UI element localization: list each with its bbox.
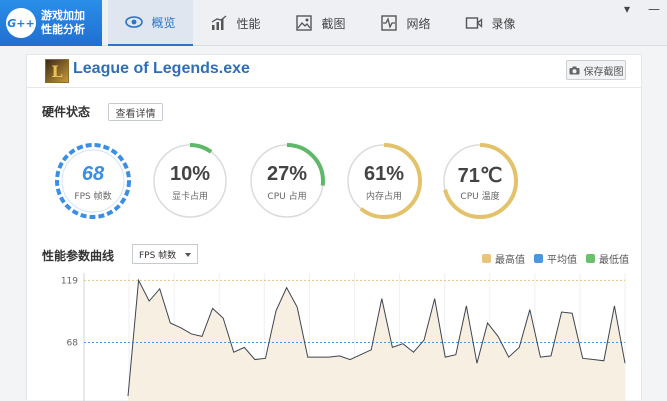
legend-avg-swatch (534, 254, 543, 263)
camera-icon (569, 66, 579, 74)
save-screenshot-button[interactable]: 保存截图 (566, 60, 626, 80)
tab-label: 性能 (236, 16, 261, 31)
game-title: League of Legends.exe (73, 60, 250, 77)
logo-badge: G++ (6, 8, 36, 38)
minimize-button[interactable]: ▾ (624, 2, 630, 16)
gauge-value: 71℃ (457, 165, 503, 187)
gauge-label: CPU 占用 (267, 192, 307, 202)
image-icon (296, 15, 313, 31)
tab-label: 截图 (321, 16, 346, 31)
legend-min-swatch (586, 254, 595, 263)
perf-curve-title: 性能参数曲线 (42, 249, 115, 263)
legend-min-label: 最低值 (599, 255, 629, 266)
gauge-value: 10% (169, 163, 211, 185)
main-tabs: 概览 性能 截图 网络 录像 (108, 0, 533, 46)
gauge-2: 27% CPU 占用 (247, 141, 327, 221)
tab-label: 网络 (406, 16, 431, 31)
legend-min: 最低值 (586, 251, 629, 266)
overview-panel: L League of Legends.exe 保存截图 硬件状态 查看详情 6… (26, 54, 642, 401)
view-details-button[interactable]: 查看详情 (108, 103, 163, 121)
tab-recording[interactable]: 录像 (448, 0, 533, 46)
bar-chart-icon (212, 15, 227, 30)
y-tick-label: 119 (61, 276, 78, 286)
metric-select[interactable]: FPS 帧数 (132, 244, 198, 264)
video-icon (466, 17, 483, 29)
app-logo: G++ 游戏加加 性能分析 (0, 0, 102, 46)
divider (27, 87, 641, 88)
gauge-value: 27% (266, 163, 308, 185)
legend-avg: 平均值 (534, 251, 577, 266)
gauge-label: 内存占用 (365, 192, 402, 202)
gauge-label: FPS 帧数 (74, 192, 112, 202)
gauge-value: 68 (81, 163, 105, 185)
tab-label: 录像 (491, 16, 516, 31)
top-bar: G++ 游戏加加 性能分析 概览 性能 截图 网络 录像 ▾ — (0, 0, 667, 46)
gauge-0: 68 FPS 帧数 (53, 141, 133, 221)
legend-avg-label: 平均值 (547, 255, 577, 266)
hardware-status-title: 硬件状态 (42, 105, 91, 119)
logo-title-line1: 游戏加加 (41, 9, 85, 22)
eye-icon (125, 16, 144, 28)
gauge-label: 显卡占用 (171, 192, 208, 202)
legend-max: 最高值 (482, 251, 525, 266)
chevron-down-icon (185, 253, 191, 257)
pulse-icon (381, 15, 398, 31)
tab-network[interactable]: 网络 (363, 0, 448, 46)
gauge-label: CPU 温度 (460, 192, 500, 202)
legend-max-label: 最高值 (495, 255, 525, 266)
tab-overview[interactable]: 概览 (108, 0, 193, 46)
game-icon: L (45, 59, 69, 83)
tab-screenshots[interactable]: 截图 (278, 0, 363, 46)
gauge-value: 61% (363, 163, 405, 185)
save-screenshot-label: 保存截图 (583, 66, 624, 78)
gauge-3: 61% 内存占用 (344, 141, 424, 221)
gauge-1: 10% 显卡占用 (150, 141, 230, 221)
tab-label: 概览 (151, 15, 176, 30)
gauge-4: 71℃ CPU 温度 (440, 141, 520, 221)
legend-max-swatch (482, 254, 491, 263)
fps-line-chart: 119 68 (61, 273, 626, 401)
close-button[interactable]: — (648, 2, 660, 16)
fps-area (128, 280, 625, 401)
logo-title-line2: 性能分析 (41, 23, 85, 36)
y-tick-label: 68 (67, 338, 79, 348)
metric-select-value: FPS 帧数 (139, 250, 177, 261)
tab-performance[interactable]: 性能 (193, 0, 278, 46)
